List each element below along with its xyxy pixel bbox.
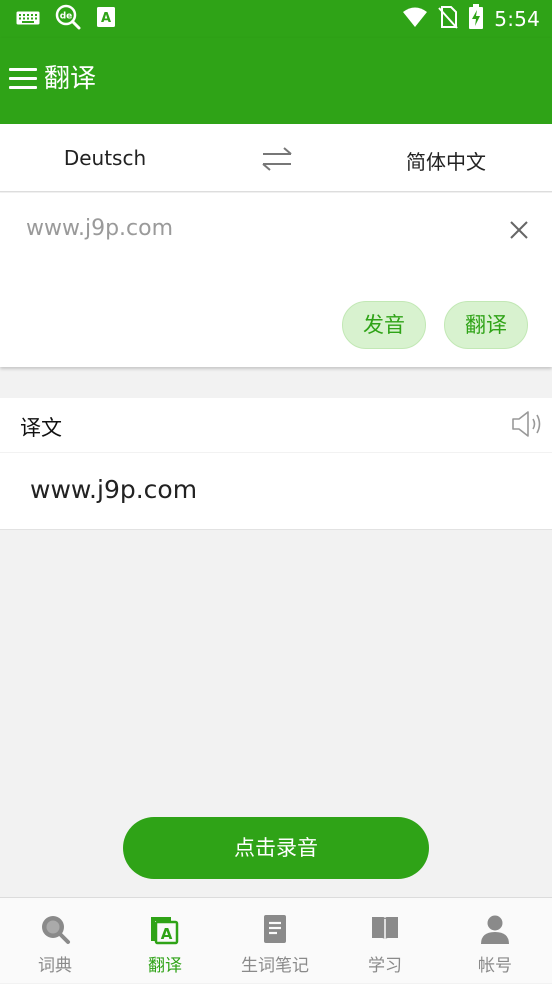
translate-button[interactable]: 翻译 xyxy=(444,301,528,349)
result-body: www.j9p.com xyxy=(0,453,552,530)
language-bar: Deutsch 简体中文 xyxy=(0,124,552,192)
translate-icon: A xyxy=(149,913,181,945)
status-time: 5:54 xyxy=(494,7,540,31)
record-audio-button[interactable]: 点击录音 xyxy=(123,817,429,879)
nav-item-vocabulary-notes[interactable]: 生词笔记 xyxy=(220,898,330,984)
app-bar: 翻译 xyxy=(0,38,552,124)
source-text-input[interactable] xyxy=(24,213,494,243)
svg-text:de: de xyxy=(60,12,73,22)
account-icon xyxy=(479,913,511,945)
bottom-nav: 词典 A 翻译 生词笔记 学习 帐号 xyxy=(0,897,552,983)
status-system: 5:54 xyxy=(402,4,540,34)
wifi-icon xyxy=(402,6,428,32)
nav-label-dictionary: 词典 xyxy=(38,956,72,976)
svg-text:A: A xyxy=(101,11,111,26)
page-title: 翻译 xyxy=(44,64,97,94)
book-icon xyxy=(369,913,401,945)
target-language-selector[interactable]: 简体中文 xyxy=(340,146,552,175)
swap-languages-icon[interactable] xyxy=(260,146,294,172)
status-bar: de A 5:54 xyxy=(0,0,552,38)
nav-label-translate: 翻译 xyxy=(148,956,182,976)
translation-result-text: www.j9p.com xyxy=(30,475,198,504)
nav-item-translate[interactable]: A 翻译 xyxy=(110,898,220,984)
nav-label-account: 帐号 xyxy=(478,956,512,976)
input-card: 发音 翻译 xyxy=(0,193,552,367)
battery-charging-icon xyxy=(468,4,484,34)
notes-icon xyxy=(259,913,291,945)
status-notifications: de A xyxy=(16,3,116,35)
search-icon xyxy=(39,913,71,945)
pronounce-button[interactable]: 发音 xyxy=(342,301,426,349)
nav-item-account[interactable]: 帐号 xyxy=(440,898,550,984)
svg-text:A: A xyxy=(161,925,173,943)
translate-app-icon: A xyxy=(96,6,116,32)
close-icon[interactable] xyxy=(508,219,530,241)
nav-label-study: 学习 xyxy=(368,956,402,976)
nav-item-dictionary[interactable]: 词典 xyxy=(0,898,110,984)
keyboard-icon xyxy=(16,10,40,29)
result-header: 译文 xyxy=(0,398,552,452)
nav-label-vocabulary-notes: 生词笔记 xyxy=(241,956,309,976)
menu-icon[interactable] xyxy=(9,68,37,90)
result-label: 译文 xyxy=(20,416,62,440)
source-language-selector[interactable]: Deutsch xyxy=(0,146,210,170)
nav-item-study[interactable]: 学习 xyxy=(330,898,440,984)
no-sim-icon xyxy=(438,5,459,33)
speaker-icon[interactable] xyxy=(510,408,544,440)
de-dictionary-app-icon: de xyxy=(54,3,82,35)
